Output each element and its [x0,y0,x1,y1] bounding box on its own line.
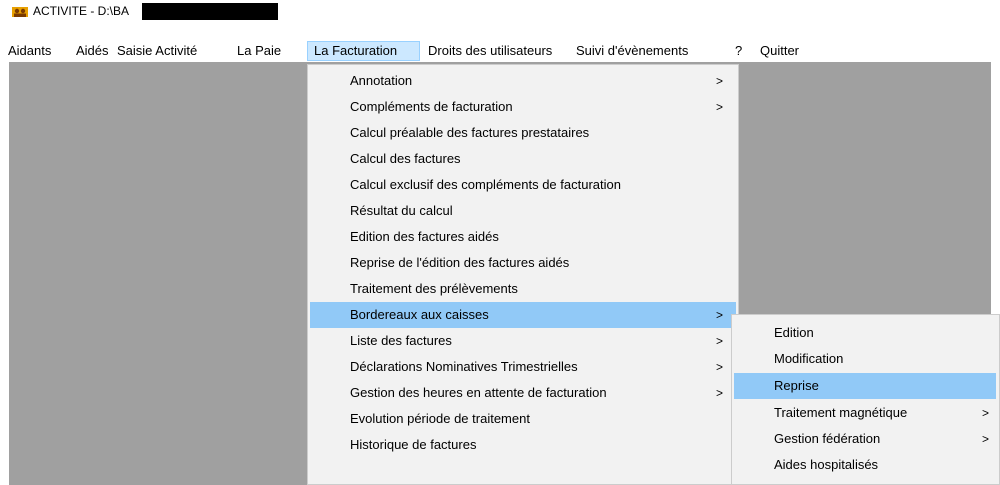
menu-item-declarations-nominatives[interactable]: Déclarations Nominatives Trimestrielles … [310,354,736,380]
menu-aides[interactable]: Aidés [76,41,109,61]
chevron-right-icon: > [716,74,724,88]
menu-suivi-evenements[interactable]: Suivi d'évènements [576,41,688,61]
chevron-right-icon: > [982,432,990,446]
app-icon [12,7,28,17]
menu-item-calcul-exclusif[interactable]: Calcul exclusif des compléments de factu… [310,172,736,198]
menu-item-bordereaux-caisses[interactable]: Bordereaux aux caisses > [310,302,736,328]
menu-la-facturation[interactable]: La Facturation [307,41,420,61]
menu-item-resultat-calcul[interactable]: Résultat du calcul [310,198,736,224]
menu-item-historique-factures[interactable]: Historique de factures [310,432,736,458]
menu-droits-utilisateurs[interactable]: Droits des utilisateurs [428,41,552,61]
menu-item-liste-factures[interactable]: Liste des factures > [310,328,736,354]
facturation-dropdown: Annotation > Compléments de facturation … [307,64,739,485]
menu-la-paie[interactable]: La Paie [237,41,281,61]
menu-quitter[interactable]: Quitter [760,41,799,61]
menu-aidants[interactable]: Aidants [8,41,51,61]
submenu-item-gestion-federation[interactable]: Gestion fédération > [734,426,996,452]
menu-item-traitement-prelevements[interactable]: Traitement des prélèvements [310,276,736,302]
title-bar: ACTIVITE - D:\BA [0,0,1000,22]
redacted-path [142,3,278,20]
menu-help[interactable]: ? [735,41,742,61]
menu-item-edition-factures[interactable]: Edition des factures aidés [310,224,736,250]
chevron-right-icon: > [716,386,724,400]
chevron-right-icon: > [716,308,724,322]
chevron-right-icon: > [716,360,724,374]
menu-item-annotation[interactable]: Annotation > [310,68,736,94]
menu-item-evolution-periode[interactable]: Evolution période de traitement [310,406,736,432]
submenu-item-reprise[interactable]: Reprise [734,373,996,399]
menu-item-gestion-heures-attente[interactable]: Gestion des heures en attente de factura… [310,380,736,406]
window-title: ACTIVITE - D:\BA [33,4,130,18]
menu-item-calcul-prealable[interactable]: Calcul préalable des factures prestatair… [310,120,736,146]
chevron-right-icon: > [716,100,724,114]
submenu-item-aides-hospitalises[interactable]: Aides hospitalisés [734,452,996,478]
menu-item-complements-facturation[interactable]: Compléments de facturation > [310,94,736,120]
submenu-item-modification[interactable]: Modification [734,346,996,372]
menu-saisie-activite[interactable]: Saisie Activité [117,41,197,61]
submenu-item-traitement-magnetique[interactable]: Traitement magnétique > [734,400,996,426]
chevron-right-icon: > [982,406,990,420]
menu-item-calcul-factures[interactable]: Calcul des factures [310,146,736,172]
chevron-right-icon: > [716,334,724,348]
menu-item-reprise-edition[interactable]: Reprise de l'édition des factures aidés [310,250,736,276]
menu-bar: Aidants Aidés Saisie Activité La Paie La… [0,41,1000,61]
bordereaux-submenu: Edition Modification Reprise Traitement … [731,314,1000,485]
submenu-item-edition[interactable]: Edition [734,320,996,346]
